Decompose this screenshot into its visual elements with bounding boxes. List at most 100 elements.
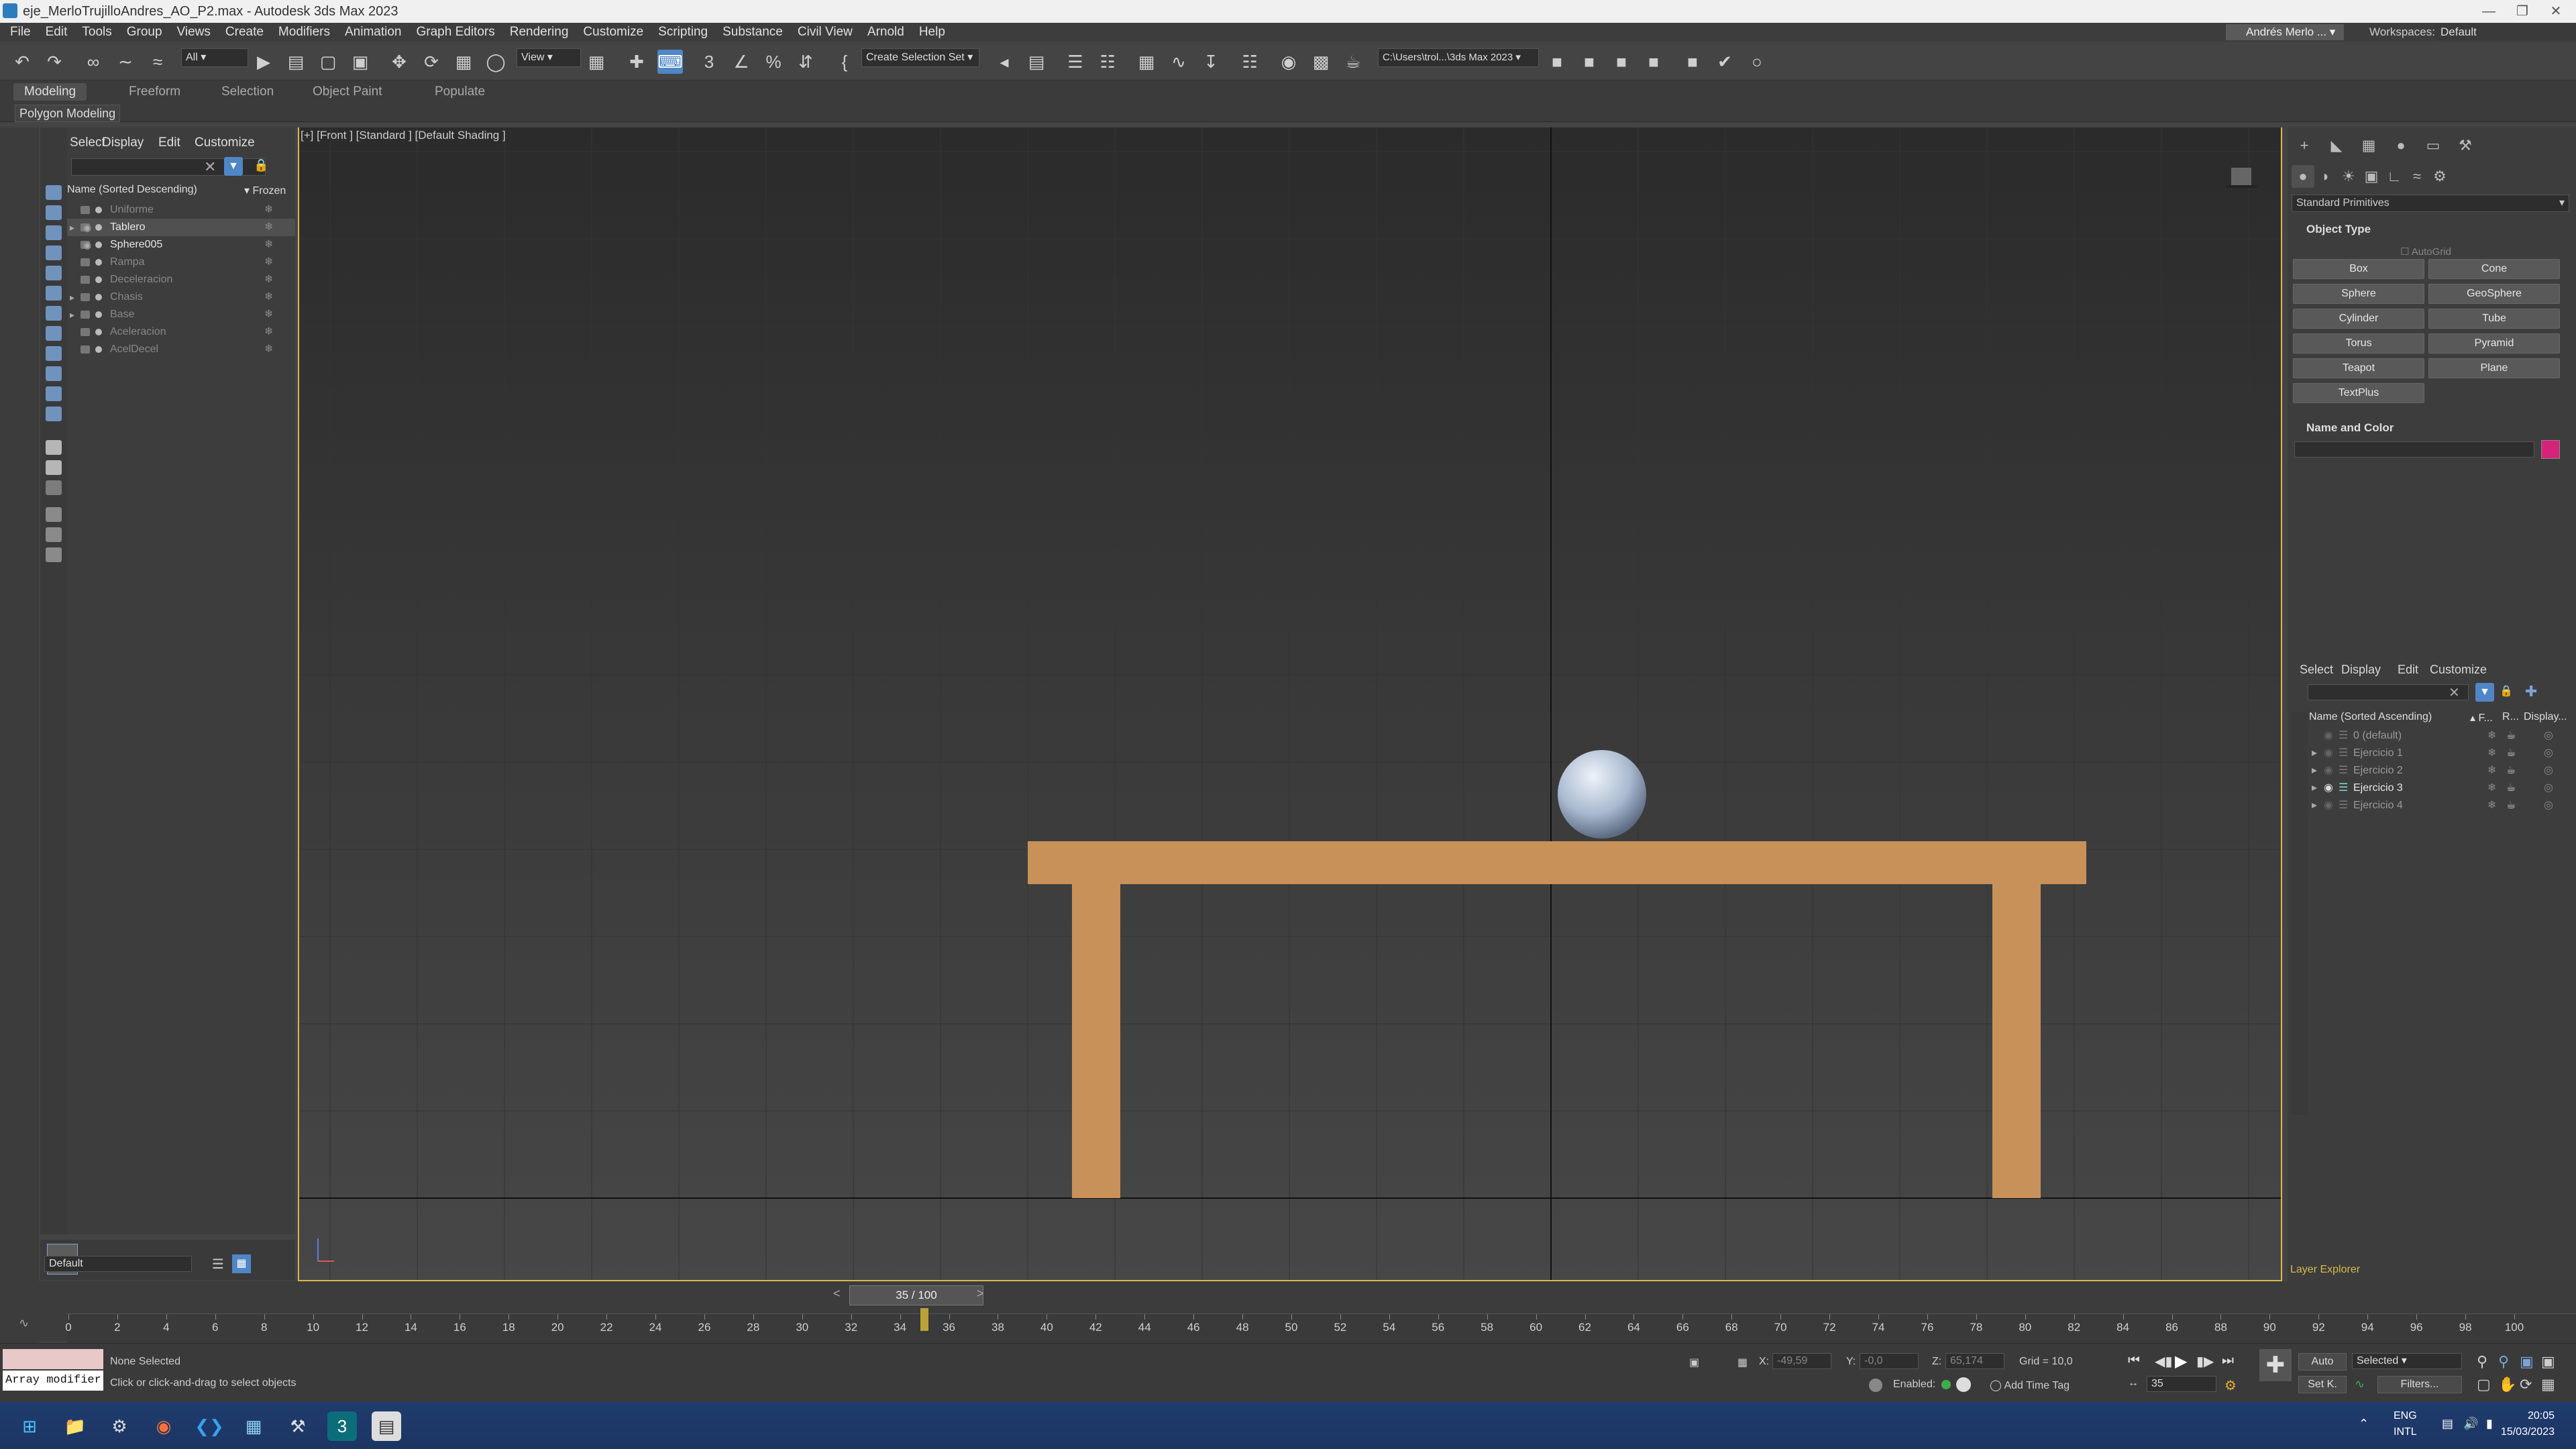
key-mode-toggle-icon[interactable]: ∿ <box>2355 1377 2365 1391</box>
battery-icon[interactable]: ▮ <box>2486 1417 2493 1431</box>
orbit-icon[interactable]: ⟳ <box>2520 1376 2532 1393</box>
pivot-icon[interactable]: ▦ <box>584 50 609 74</box>
scene-item[interactable]: ◉ Sphere005 ❄ <box>67 236 295 254</box>
project-folder-icon[interactable]: ■ <box>1544 50 1570 74</box>
layer-menu-edit[interactable]: Edit <box>2398 663 2418 677</box>
scene-item[interactable]: Deceleracion ❄ <box>67 271 295 288</box>
material-editor-icon[interactable]: ◉ <box>1276 50 1301 74</box>
auto-key-button[interactable]: Auto <box>2298 1353 2347 1371</box>
layer-filter-icon[interactable]: ▼ <box>2475 683 2494 702</box>
steam-icon[interactable]: ⚙ <box>105 1411 134 1441</box>
utilities-tab-icon[interactable]: ⚒ <box>2454 134 2477 157</box>
freeze-icon[interactable]: ❄ <box>264 236 273 254</box>
layers-icon[interactable]: ☰ <box>212 1256 224 1273</box>
menu-edit[interactable]: Edit <box>38 23 75 42</box>
freeze-icon[interactable]: ❄ <box>264 271 273 288</box>
object-dot-icon[interactable] <box>95 241 102 248</box>
maximize-viewport-icon[interactable]: ▦ <box>2541 1376 2555 1393</box>
volume-icon[interactable]: 🔊 <box>2463 1417 2478 1431</box>
pan-icon[interactable]: ✋ <box>2498 1376 2516 1393</box>
object-dot-icon[interactable] <box>95 224 102 231</box>
next-frame-icon[interactable]: > <box>977 1287 984 1301</box>
rotate-icon[interactable]: ⟳ <box>419 50 444 74</box>
3dsmax-taskbar-icon[interactable]: 3 <box>327 1411 357 1441</box>
layer-row[interactable]: ◉ ☰ 0 (default) ❄ ☕ ◎ <box>2288 727 2576 745</box>
display-xrefs-icon[interactable] <box>46 326 62 341</box>
layer-clear-icon[interactable]: ✕ <box>2449 684 2460 701</box>
scale-icon[interactable]: ▦ <box>451 50 476 74</box>
freeze-icon[interactable]: ❄ <box>264 254 273 271</box>
filter-icon[interactable] <box>46 507 62 522</box>
object-dot-icon[interactable] <box>95 294 102 301</box>
app-icon-tool[interactable]: ⚒ <box>283 1411 313 1441</box>
menu-animation[interactable]: Animation <box>337 23 409 42</box>
layer-visibility-icon[interactable]: ◉ <box>2324 727 2333 745</box>
cameras-icon[interactable]: ▣ <box>2360 165 2383 188</box>
render-setup-icon[interactable]: ▩ <box>1308 50 1334 74</box>
sync-icon[interactable]: ○ <box>1744 50 1770 74</box>
named-selection-dropdown[interactable]: Create Selection Set ▾ <box>861 48 979 67</box>
key-mode-icon[interactable]: ↔ <box>2128 1377 2139 1389</box>
object-dot-icon[interactable] <box>95 207 102 213</box>
layer-render-icon[interactable]: ☕ <box>2506 727 2516 745</box>
expand-arrow-icon[interactable]: ▸ <box>70 288 74 306</box>
layer-col-display[interactable]: Display... <box>2524 711 2567 723</box>
autogrid-checkbox[interactable]: ☐ AutoGrid <box>2400 246 2451 258</box>
viewport-front[interactable] <box>298 127 2282 1281</box>
prev-key-icon[interactable]: ◀▮ <box>2155 1353 2172 1370</box>
motion-tab-icon[interactable]: ● <box>2390 134 2412 157</box>
workspace-select[interactable]: Default <box>2435 24 2576 40</box>
layer-display-icon[interactable]: ◎ <box>2544 745 2553 762</box>
schematic-view-icon[interactable]: ☷ <box>1237 50 1263 74</box>
check-icon[interactable]: ✔ <box>1712 50 1737 74</box>
layer-menu-display[interactable]: Display <box>2341 663 2381 677</box>
create-tab-icon[interactable]: + <box>2293 134 2316 157</box>
create-teapot-button[interactable]: Teapot <box>2293 358 2424 378</box>
start-icon[interactable]: ⊞ <box>15 1411 44 1441</box>
maxscript-listener[interactable] <box>3 1349 103 1369</box>
save-file-icon[interactable]: ■ <box>1609 50 1634 74</box>
link-icon[interactable]: ∞ <box>80 50 106 74</box>
menu-arnold[interactable]: Arnold <box>860 23 912 42</box>
current-frame-field[interactable]: 35 <box>2147 1376 2216 1392</box>
freeze-icon[interactable]: ❄ <box>264 288 273 306</box>
align-icon[interactable]: ▤ <box>1024 50 1049 74</box>
curve-editor-mini-icon[interactable]: ∿ <box>19 1316 29 1330</box>
keyboard-shortcut-icon[interactable]: ⌨ <box>657 50 683 74</box>
menu-help[interactable]: Help <box>912 23 953 42</box>
file-explorer-icon[interactable]: 📁 <box>60 1411 90 1441</box>
display-hidden-icon[interactable] <box>46 407 62 421</box>
redo-icon[interactable]: ↷ <box>42 50 67 74</box>
layer-freeze-icon[interactable]: ❄ <box>2487 727 2496 745</box>
select-object-icon[interactable]: ▶ <box>251 50 276 74</box>
minimize-icon[interactable]: — <box>2475 0 2502 23</box>
layer-row[interactable]: ▸ ◉ ☰ Ejercicio 1 ❄ ☕ ◎ <box>2288 745 2576 762</box>
play-icon[interactable]: ▶ <box>2175 1352 2187 1371</box>
name-color-rollout[interactable]: Name and Color <box>2292 419 2569 437</box>
layer-freeze-icon[interactable]: ❄ <box>2487 797 2496 814</box>
layer-visibility-icon[interactable]: ◉ <box>2324 745 2333 762</box>
layer-freeze-icon[interactable]: ❄ <box>2487 745 2496 762</box>
layer-render-icon[interactable]: ☕ <box>2506 780 2516 797</box>
next-key-icon[interactable]: ▮▶ <box>2196 1353 2214 1370</box>
bind-spacewarp-icon[interactable]: ≈ <box>145 50 170 74</box>
go-to-end-icon[interactable]: ⏭ <box>2222 1353 2234 1368</box>
create-plane-button[interactable]: Plane <box>2428 358 2560 378</box>
edit-named-sets-icon[interactable]: { <box>832 50 857 74</box>
set-key-icon[interactable]: ✚ <box>2259 1349 2292 1381</box>
freeze-icon[interactable]: ❄ <box>264 219 273 236</box>
scene-menu-customize[interactable]: Customize <box>195 136 255 150</box>
menu-graph-editors[interactable]: Graph Editors <box>409 23 502 42</box>
ribbon-tab-freeform[interactable]: Freeform <box>118 83 191 101</box>
ribbon-toggle-icon[interactable]: ▦ <box>1134 50 1159 74</box>
select-by-name-icon[interactable]: ▤ <box>283 50 309 74</box>
menu-file[interactable]: File <box>3 23 38 42</box>
language-code[interactable]: ENG <box>2394 1410 2417 1422</box>
layer-render-icon[interactable]: ☕ <box>2506 797 2516 814</box>
layer-freeze-icon[interactable]: ❄ <box>2487 780 2496 797</box>
tray-chevron-icon[interactable]: ⌃ <box>2359 1417 2369 1431</box>
display-lights-icon[interactable] <box>46 225 62 240</box>
display-helpers-icon[interactable] <box>46 266 62 280</box>
clock-time[interactable]: 20:05 <box>2508 1410 2555 1422</box>
object-type-rollout[interactable]: Object Type <box>2292 220 2569 239</box>
